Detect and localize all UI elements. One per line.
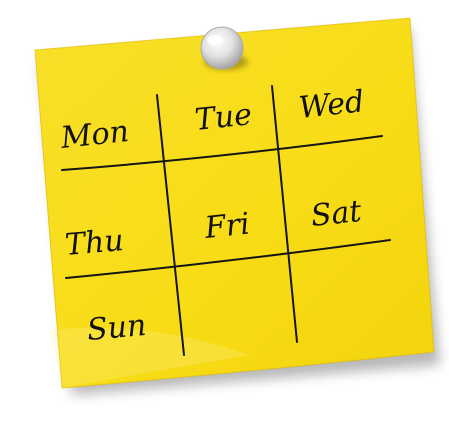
sticky-note-scene: Mon Tue Wed Thu Fri Sat Sun [0,0,449,423]
day-label-thu: Thu [64,223,125,263]
day-label-fri: Fri [202,206,251,246]
day-label-sat: Sat [309,194,364,234]
day-label-tue: Tue [193,97,253,138]
day-label-sun: Sun [86,308,148,348]
sticky-note: Mon Tue Wed Thu Fri Sat Sun [34,17,440,395]
day-label-wed: Wed [297,84,366,126]
day-label-mon: Mon [58,114,130,156]
